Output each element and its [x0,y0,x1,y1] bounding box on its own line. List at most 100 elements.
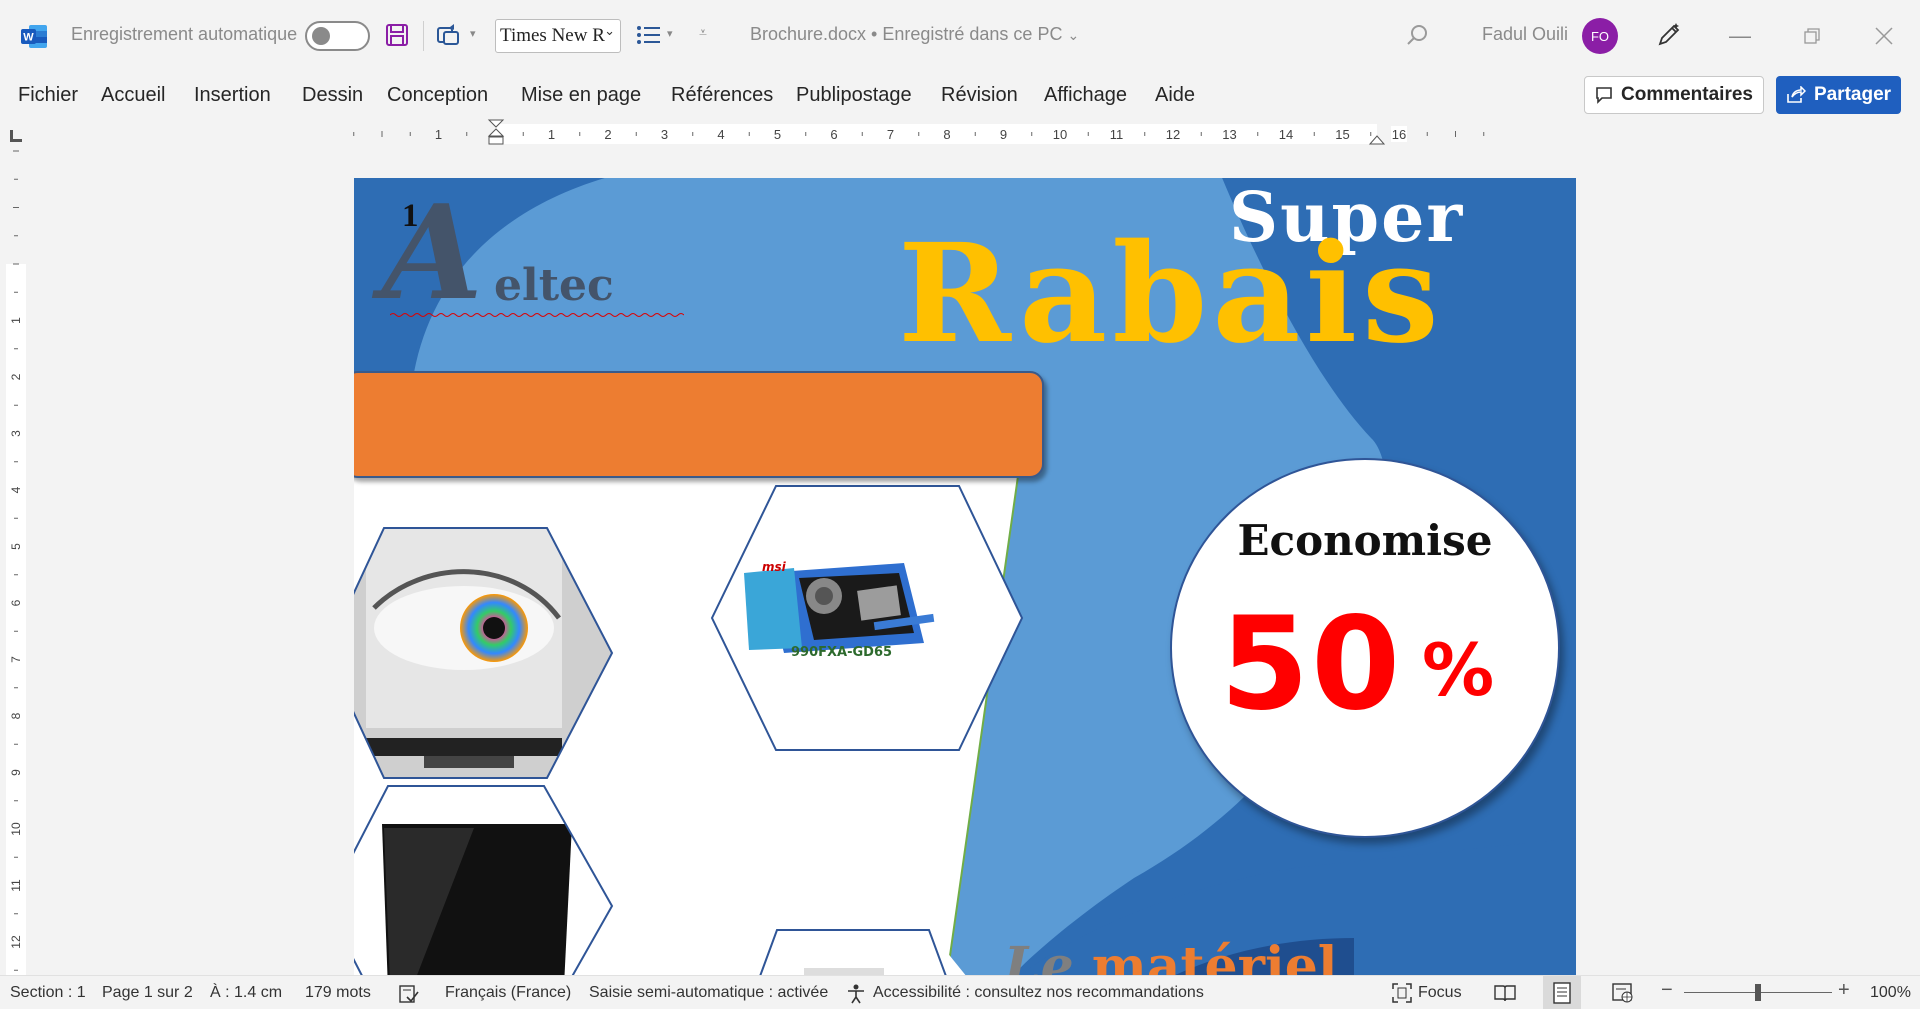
badge-title: Economise [1237,516,1493,565]
tab-accueil[interactable]: Accueil [101,84,165,107]
discount-badge[interactable]: Economise 50 % [1170,458,1560,838]
undo-redo-icon[interactable] [434,20,464,50]
brochure-page[interactable]: 990FXA-GD65 msi LG 1 A eltec Super Rabai… [354,178,1576,975]
accessibility-icon[interactable] [845,983,867,1005]
bullet-list-icon[interactable] [634,20,664,50]
ruler-label: 6 [9,599,23,606]
pen-icon[interactable] [1654,20,1684,50]
ruler-label: 5 [774,127,781,142]
close-icon[interactable] [1864,18,1904,54]
ruler-label: 6 [830,127,837,142]
avatar[interactable]: FO [1582,18,1618,54]
search-icon[interactable] [1402,20,1432,50]
ruler-label: 8 [9,712,23,719]
chevron-down-icon[interactable]: ▾ [470,27,476,40]
zoom-out-button[interactable]: − [1661,979,1673,1002]
ruler-label: 11 [9,879,23,892]
ribbon-tabs: Fichier Accueil Insertion Dessin Concept… [0,72,1920,122]
ruler-label: 11 [1110,127,1124,142]
restore-icon[interactable] [1792,18,1832,54]
ruler-label: 4 [9,486,23,493]
indent-marker[interactable] [487,118,505,146]
read-mode-icon[interactable] [1494,982,1516,1004]
ruler-label: 1 [548,127,555,142]
ruler-label: 3 [661,127,668,142]
horizontal-ruler[interactable]: 1 1 2 3 4 5 6 7 8 9 10 11 12 13 14 15 16 [350,119,1576,146]
minimize-icon[interactable]: — [1720,18,1760,54]
customize-toolbar-icon[interactable]: ⩡ [699,24,707,41]
ruler-label: 7 [887,127,894,142]
tab-fichier[interactable]: Fichier [18,84,78,107]
tab-mise-en-page[interactable]: Mise en page [521,84,641,107]
tab-references[interactable]: Références [671,84,773,107]
share-button[interactable]: Partager [1776,76,1901,114]
vertical-ruler[interactable]: 1 2 3 4 5 6 7 8 9 10 11 12 [4,150,28,975]
web-layout-icon[interactable] [1612,982,1634,1004]
status-language[interactable]: Français (France) [445,984,571,1002]
ruler-label: 13 [1222,127,1236,142]
proofing-icon[interactable] [398,984,420,1004]
status-bar: Section : 1 Page 1 sur 2 À : 1.4 cm 179 … [0,975,1920,1009]
bottom-heading-word: matériel [1091,936,1338,975]
chevron-down-icon[interactable]: ▾ [667,27,673,40]
motherboard-label: 990FXA-GD65 [791,645,892,660]
document-title-text: Brochure.docx • Enregistré dans ce PC [750,24,1063,44]
font-name-dropdown[interactable]: Times New R ⌄ [495,19,621,53]
ruler-label: 2 [604,127,611,142]
comments-button[interactable]: Commentaires [1584,76,1764,114]
comments-label: Commentaires [1621,84,1753,105]
tab-aide[interactable]: Aide [1155,84,1195,107]
right-indent-marker[interactable] [1368,132,1386,146]
ruler-label: 1 [435,127,442,142]
status-accessibility[interactable]: Accessibilité : consultez nos recommanda… [873,984,1204,1002]
headline-rabais: Rabais [898,214,1444,374]
share-icon [1787,86,1806,103]
zoom-level[interactable]: 100% [1870,984,1911,1002]
ruler-label: 10 [1053,127,1067,142]
focus-button[interactable]: Focus [1392,980,1462,1006]
tab-affichage[interactable]: Affichage [1044,84,1127,107]
status-section[interactable]: Section : 1 [10,984,86,1002]
orange-banner-shape[interactable] [354,371,1044,478]
status-page[interactable]: Page 1 sur 2 [102,984,193,1002]
svg-text:W: W [23,32,34,44]
ruler-label: 1 [9,317,23,324]
spelling-squiggle [390,313,684,317]
document-title[interactable]: Brochure.docx • Enregistré dans ce PC ⌄ [750,24,1079,45]
zoom-slider-thumb[interactable] [1755,984,1761,1001]
toggle-knob [312,27,330,45]
tab-insertion[interactable]: Insertion [194,84,271,107]
ruler-label: 4 [717,127,724,142]
ruler-ticks: 1 1 2 3 4 5 6 7 8 9 10 11 12 13 14 15 16 [353,126,1485,142]
status-word-count[interactable]: 179 mots [305,984,371,1002]
status-position[interactable]: À : 1.4 cm [210,984,282,1002]
ruler-label: 12 [9,935,23,949]
tab-revision[interactable]: Révision [941,84,1018,107]
zoom-in-button[interactable]: + [1838,979,1850,1002]
user-name[interactable]: Fadul Ouili [1482,24,1568,45]
ruler-label: 9 [1000,127,1007,142]
status-autocomplete[interactable]: Saisie semi-automatique : activée [589,984,828,1002]
chevron-down-icon: ⌄ [604,24,615,39]
document-canvas[interactable]: 990FXA-GD65 msi LG 1 A eltec Super Rabai… [30,150,1920,975]
company-logo-text: eltec [494,260,614,311]
tab-dessin[interactable]: Dessin [302,84,363,107]
autosave-toggle[interactable] [305,21,370,51]
print-layout-icon[interactable] [1552,982,1572,1004]
ruler-label: 3 [9,430,23,437]
ruler-label: 5 [9,543,23,550]
tab-conception[interactable]: Conception [387,84,488,107]
tab-publipostage[interactable]: Publipostage [796,84,912,107]
word-app-icon: W [21,25,47,48]
save-icon[interactable] [382,20,412,50]
tab-selector[interactable] [10,130,22,142]
focus-icon [1392,983,1412,1003]
company-logo-letter: A [382,178,483,329]
bottom-heading-lead: Le [1004,936,1092,975]
badge-value: 50 [1220,590,1403,739]
ruler-label: 12 [1166,127,1180,142]
ruler-label: 16 [1392,127,1406,142]
share-label: Partager [1813,84,1892,105]
ruler-label: 2 [9,373,23,380]
comment-icon [1596,87,1612,104]
